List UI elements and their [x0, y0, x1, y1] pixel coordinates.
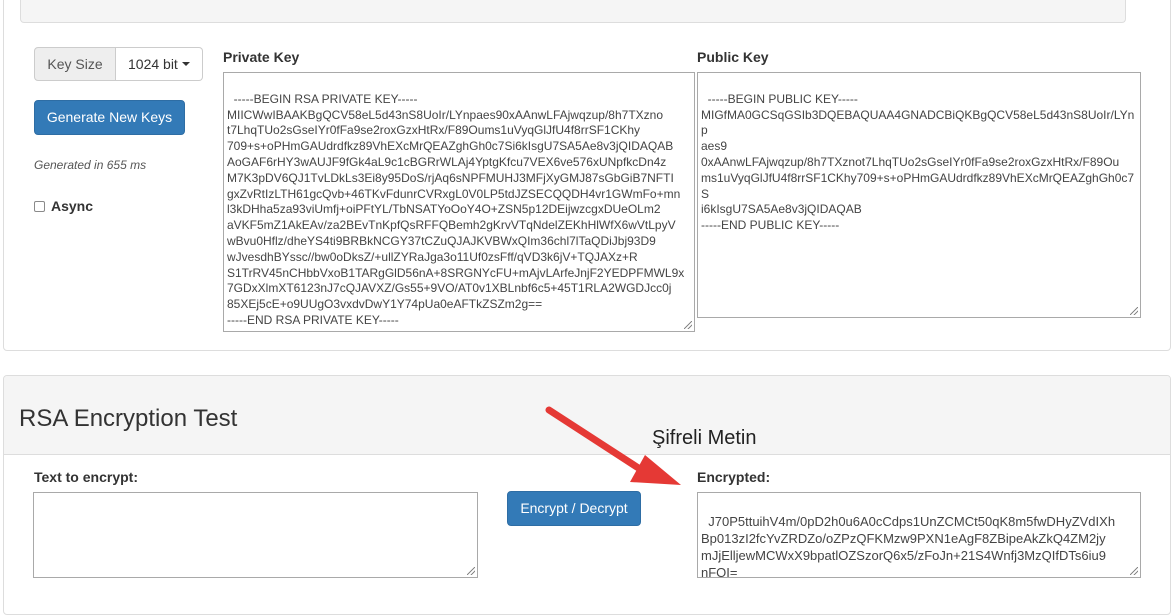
encrypted-textarea[interactable]: J70P5ttuihV4m/0pD2h0u6A0cCdps1UnZCMCt50q… — [697, 492, 1141, 578]
resize-handle-icon[interactable] — [1130, 567, 1138, 575]
encrypted-label: Encrypted: — [697, 469, 771, 485]
encrypted-text: J70P5ttuihV4m/0pD2h0u6A0cCdps1UnZCMCt50q… — [701, 514, 1116, 578]
